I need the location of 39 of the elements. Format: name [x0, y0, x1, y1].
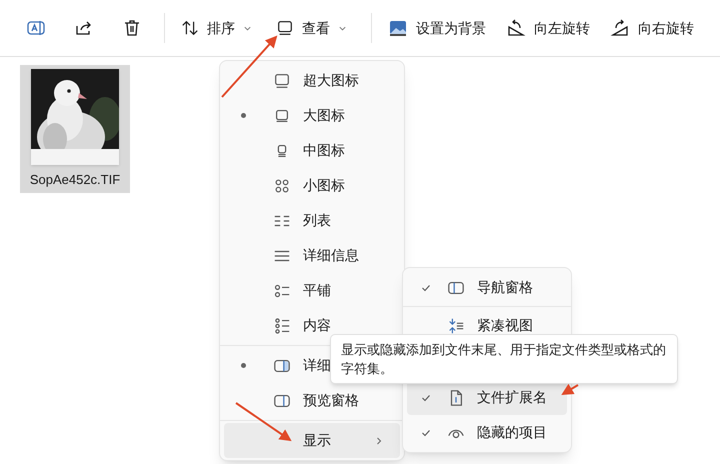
menu-item[interactable]: 隐藏的项目 — [407, 415, 567, 450]
toolbar-button[interactable]: 向右旋转 — [604, 10, 700, 46]
toolbar-button[interactable]: 设置为背景 — [382, 10, 492, 46]
checkmark-icon — [421, 392, 431, 402]
tooltip-text: 显示或隐藏添加到文件末尾、用于指定文件类型或格式的字符集。 — [341, 341, 667, 378]
monitor-icon — [276, 19, 294, 37]
toolbar-button[interactable]: 向左旋转 — [500, 10, 596, 46]
delete-icon — [122, 18, 142, 38]
menu-button[interactable]: 查看 — [270, 10, 353, 46]
menu-item[interactable]: 详细信息 — [224, 238, 400, 273]
content-list-icon — [273, 316, 291, 334]
checkmark-icon — [421, 282, 431, 292]
menu-item[interactable]: 平铺 — [224, 273, 400, 308]
annotation-arrow — [561, 384, 579, 396]
grid-icon — [273, 176, 291, 194]
menu-item[interactable]: 导航窗格 — [407, 270, 567, 305]
image-icon — [388, 18, 408, 38]
checkmark-icon — [421, 428, 431, 438]
rotate-left-icon — [506, 18, 526, 38]
menu-item[interactable]: 紧凑视图 — [407, 308, 567, 343]
text-recognition-icon — [26, 18, 46, 38]
menu-item[interactable]: 预览窗格 — [224, 383, 400, 418]
monitor-icon — [273, 72, 291, 90]
menu-item[interactable]: 列表 — [224, 203, 400, 238]
menu-item[interactable]: 小图标 — [224, 168, 400, 203]
file-item[interactable]: SopAe452c.TIF — [20, 65, 130, 193]
annotation-arrow — [221, 36, 278, 98]
annotation-arrow — [235, 402, 292, 442]
compact-icon — [447, 316, 465, 334]
sort-icon — [181, 19, 199, 37]
rotate-right-icon — [610, 18, 630, 38]
menu-button[interactable]: 排序 — [175, 10, 258, 46]
menu-item[interactable]: 大图标 — [224, 98, 400, 133]
file-name: SopAe452c.TIF — [30, 171, 120, 189]
menu-item[interactable]: 内容 — [224, 308, 400, 343]
menu-item[interactable]: 显示 — [224, 423, 400, 458]
menu-item[interactable]: 超大图标 — [224, 63, 400, 98]
chevron-right-icon — [374, 436, 384, 446]
menu-item[interactable]: 中图标 — [224, 133, 400, 168]
